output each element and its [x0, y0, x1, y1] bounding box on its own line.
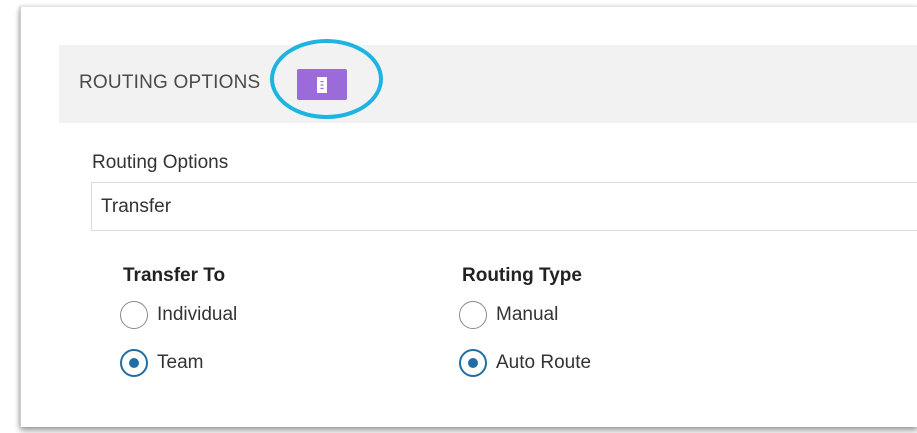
- radio-option-team[interactable]: Team: [120, 349, 237, 377]
- routing-panel: ROUTING OPTIONS Routing Options Transfer…: [20, 6, 917, 427]
- section-title: ROUTING OPTIONS: [79, 72, 261, 93]
- radio-unchecked-icon[interactable]: [459, 301, 487, 329]
- transfer-to-title: Transfer To: [123, 265, 226, 286]
- routing-options-input[interactable]: [91, 182, 917, 231]
- routing-options-label: Routing Options: [92, 152, 229, 173]
- radio-checked-icon[interactable]: [120, 349, 148, 377]
- radio-label: Team: [157, 352, 204, 373]
- radio-checked-icon[interactable]: [459, 349, 487, 377]
- routing-type-title: Routing Type: [462, 265, 582, 286]
- radio-label: Manual: [496, 304, 559, 325]
- document-icon: [317, 76, 327, 93]
- routing-type-group: Routing Type Manual Auto Route: [459, 265, 592, 397]
- transfer-to-group: Transfer To Individual Team: [120, 265, 238, 397]
- radio-label: Individual: [157, 304, 238, 325]
- section-header: ROUTING OPTIONS: [59, 39, 917, 123]
- section-action-button[interactable]: [297, 69, 347, 100]
- radio-unchecked-icon[interactable]: [120, 301, 148, 329]
- radio-option-individual[interactable]: Individual: [120, 301, 238, 329]
- radio-option-auto-route[interactable]: Auto Route: [459, 349, 592, 377]
- radio-option-manual[interactable]: Manual: [459, 301, 591, 329]
- radio-label: Auto Route: [496, 352, 592, 373]
